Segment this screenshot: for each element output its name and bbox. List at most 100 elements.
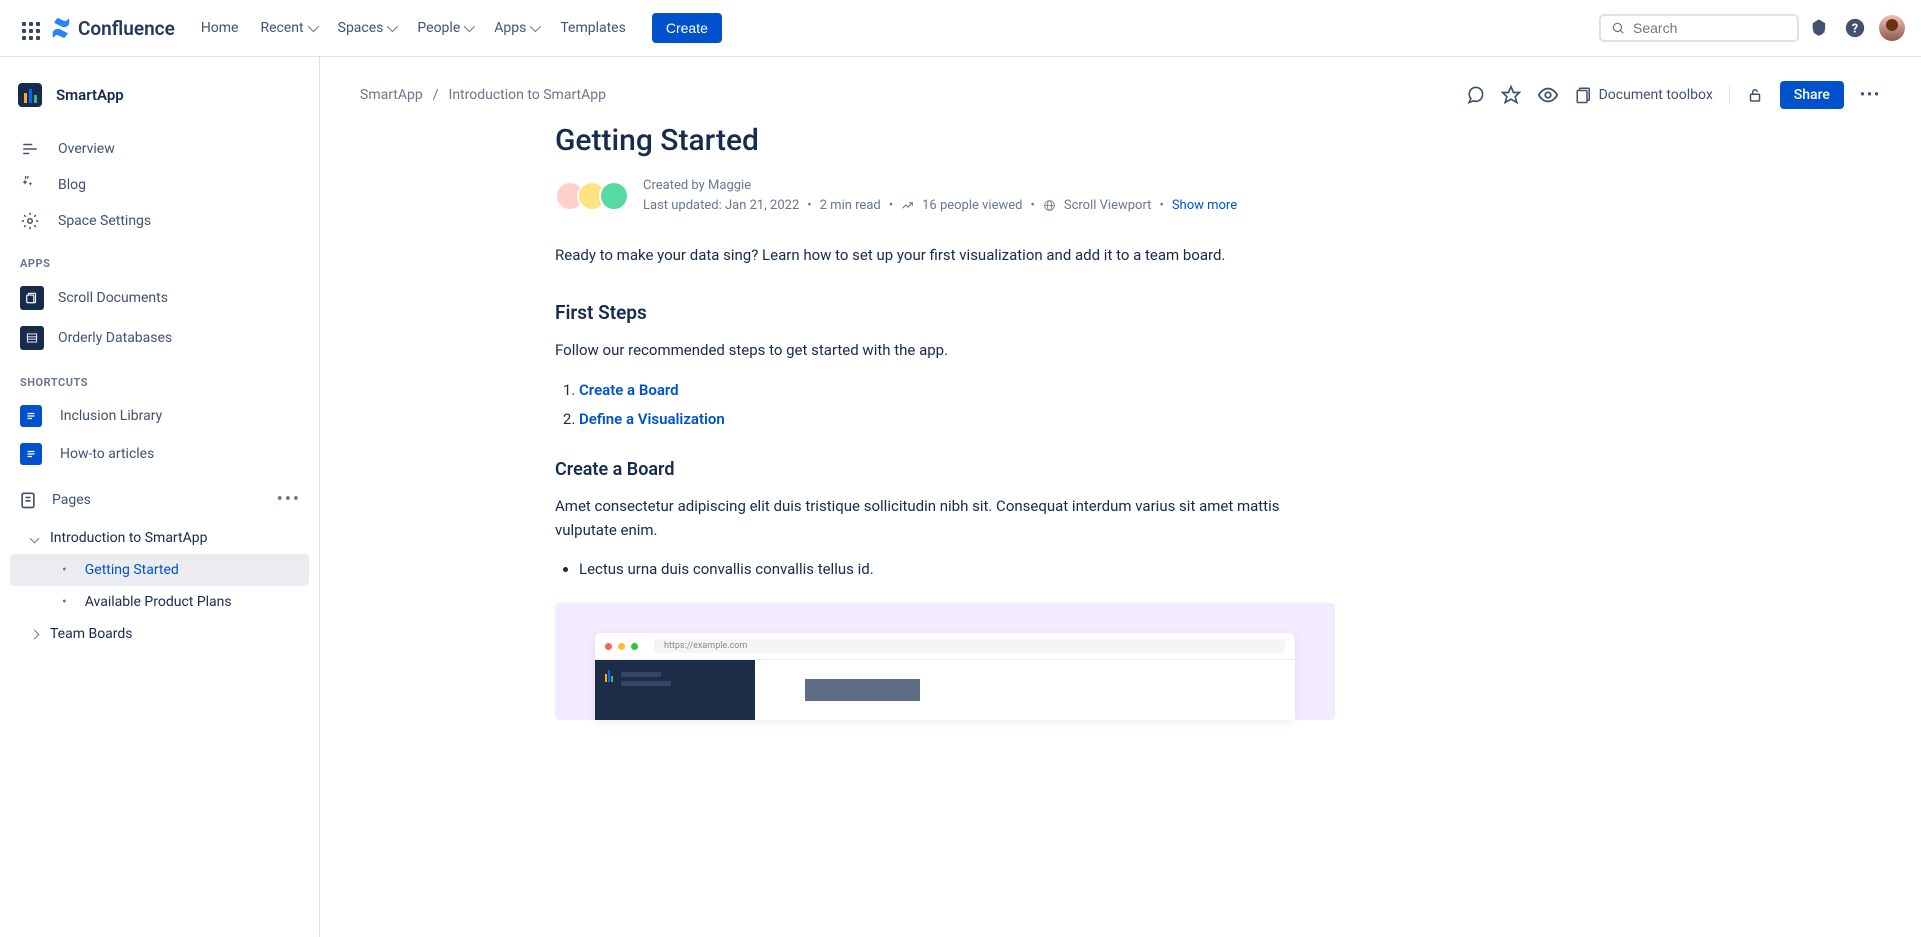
expand-icon[interactable]: [24, 631, 44, 638]
space-icon: [18, 83, 42, 107]
divider: [1729, 85, 1730, 105]
page-title: Getting Started: [555, 123, 1335, 158]
max-dot-icon: [631, 643, 638, 650]
create-board-para: Amet consectetur adipiscing elit duis tr…: [555, 494, 1335, 542]
breadcrumb-separator: /: [433, 87, 439, 103]
blog-icon: ”: [20, 175, 40, 195]
step-create-board[interactable]: Create a Board: [579, 381, 679, 399]
tree-intro[interactable]: Introduction to SmartApp: [10, 522, 309, 554]
nav-templates[interactable]: Templates: [550, 12, 636, 44]
nav-people[interactable]: People: [407, 12, 482, 44]
sidebar-space-settings[interactable]: Space Settings: [10, 203, 309, 239]
search-icon: [1611, 20, 1625, 36]
page-icon: [20, 443, 42, 465]
scroll-viewport[interactable]: Scroll Viewport: [1064, 196, 1152, 216]
document-toolbox[interactable]: Document toolbox: [1575, 86, 1713, 104]
created-by: Created by Maggie: [643, 176, 1237, 196]
page-tree: Introduction to SmartApp • Getting Start…: [10, 522, 309, 650]
app-switcher-icon[interactable]: [16, 16, 40, 40]
sidebar: SmartApp Overview ” Blog Space Settings …: [0, 57, 320, 937]
close-dot-icon: [605, 643, 612, 650]
space-name: SmartApp: [56, 86, 124, 104]
create-board-heading: Create a Board: [555, 459, 1335, 480]
shortcuts-section-label: SHORTCUTS: [10, 358, 309, 397]
nav-apps[interactable]: Apps: [484, 12, 548, 44]
svg-text:”: ”: [24, 176, 29, 191]
more-icon[interactable]: •••: [277, 489, 301, 510]
create-button[interactable]: Create: [652, 13, 722, 43]
pages-header[interactable]: Pages •••: [10, 483, 309, 516]
sidebar-scroll-documents[interactable]: Scroll Documents: [10, 278, 309, 318]
tree-product-plans[interactable]: • Available Product Plans: [10, 586, 309, 618]
space-header[interactable]: SmartApp: [10, 77, 309, 113]
nav-recent[interactable]: Recent: [251, 12, 326, 44]
mockup-block: [805, 679, 920, 701]
browser-mockup: https://example.com: [595, 633, 1295, 720]
bullet-1: Lectus urna duis convallis convallis tel…: [579, 556, 1335, 583]
bullet-icon: •: [50, 562, 79, 578]
sidebar-blog[interactable]: ” Blog: [10, 167, 309, 203]
orderly-databases-icon: [20, 326, 44, 350]
top-navigation: Confluence Home Recent Spaces People App…: [0, 0, 1921, 57]
figure-container: https://example.com: [555, 603, 1335, 720]
gear-icon: [20, 211, 40, 231]
bullet-icon: •: [50, 594, 79, 610]
restrictions-icon[interactable]: [1746, 86, 1764, 104]
user-avatar[interactable]: [1879, 15, 1905, 41]
svg-text:?: ?: [1852, 22, 1858, 37]
byline: Created by Maggie Last updated: Jan 21, …: [555, 176, 1335, 215]
nav-items: Home Recent Spaces People Apps Templates: [191, 12, 636, 44]
sidebar-overview[interactable]: Overview: [10, 131, 309, 167]
logo-text: Confluence: [78, 17, 175, 40]
read-time: 2 min read: [820, 196, 881, 216]
sidebar-inclusion-library[interactable]: Inclusion Library: [10, 397, 309, 435]
contributor-avatars[interactable]: [555, 181, 629, 211]
min-dot-icon: [618, 643, 625, 650]
share-button[interactable]: Share: [1780, 81, 1844, 109]
chevron-down-icon: [530, 21, 541, 32]
search-input[interactable]: [1633, 20, 1787, 36]
comment-icon[interactable]: [1465, 85, 1485, 105]
step-define-viz[interactable]: Define a Visualization: [579, 410, 725, 428]
breadcrumb-smartapp[interactable]: SmartApp: [360, 87, 423, 103]
search-box[interactable]: [1599, 14, 1799, 42]
watch-icon[interactable]: [1537, 84, 1559, 106]
bullet-list: Lectus urna duis convallis convallis tel…: [555, 556, 1335, 583]
star-icon[interactable]: [1501, 85, 1521, 105]
mockup-bar: [621, 681, 671, 686]
pages-label: Pages: [52, 492, 91, 508]
tree-getting-started[interactable]: • Getting Started: [10, 554, 309, 586]
page-icon: [20, 405, 42, 427]
breadcrumbs: SmartApp / Introduction to SmartApp: [360, 87, 606, 103]
browser-url: https://example.com: [654, 639, 1285, 653]
viewed-count: 16 people viewed: [922, 196, 1022, 216]
intro-paragraph: Ready to make your data sing? Learn how …: [555, 243, 1335, 267]
sidebar-howto-articles[interactable]: How-to articles: [10, 435, 309, 473]
avatar-3[interactable]: [599, 181, 629, 211]
breadcrumb-intro[interactable]: Introduction to SmartApp: [449, 87, 606, 103]
overview-icon: [20, 139, 40, 159]
mockup-bar: [621, 672, 661, 677]
collapse-icon[interactable]: [24, 535, 44, 542]
nav-spaces[interactable]: Spaces: [328, 12, 406, 44]
page-actions: Document toolbox Share •••: [1465, 81, 1881, 109]
notifications-icon[interactable]: [1803, 12, 1835, 44]
show-more-link[interactable]: Show more: [1172, 196, 1237, 216]
chart-icon: [901, 199, 914, 212]
nav-home[interactable]: Home: [191, 12, 249, 44]
last-updated: Last updated: Jan 21, 2022: [643, 196, 799, 216]
confluence-logo[interactable]: Confluence: [50, 17, 175, 40]
main-content: SmartApp / Introduction to SmartApp Docu…: [320, 57, 1921, 937]
apps-section-label: APPS: [10, 239, 309, 278]
more-actions-icon[interactable]: •••: [1860, 87, 1881, 103]
chevron-down-icon: [464, 21, 475, 32]
sidebar-orderly-databases[interactable]: Orderly Databases: [10, 318, 309, 358]
chevron-down-icon: [307, 21, 318, 32]
tree-team-boards[interactable]: Team Boards: [10, 618, 309, 650]
mockup-logo-icon: [605, 670, 613, 682]
first-steps-heading: First Steps: [555, 301, 1335, 324]
help-icon[interactable]: ?: [1839, 12, 1871, 44]
chevron-down-icon: [387, 21, 398, 32]
confluence-icon: [50, 17, 72, 39]
first-steps-para: Follow our recommended steps to get star…: [555, 338, 1335, 362]
